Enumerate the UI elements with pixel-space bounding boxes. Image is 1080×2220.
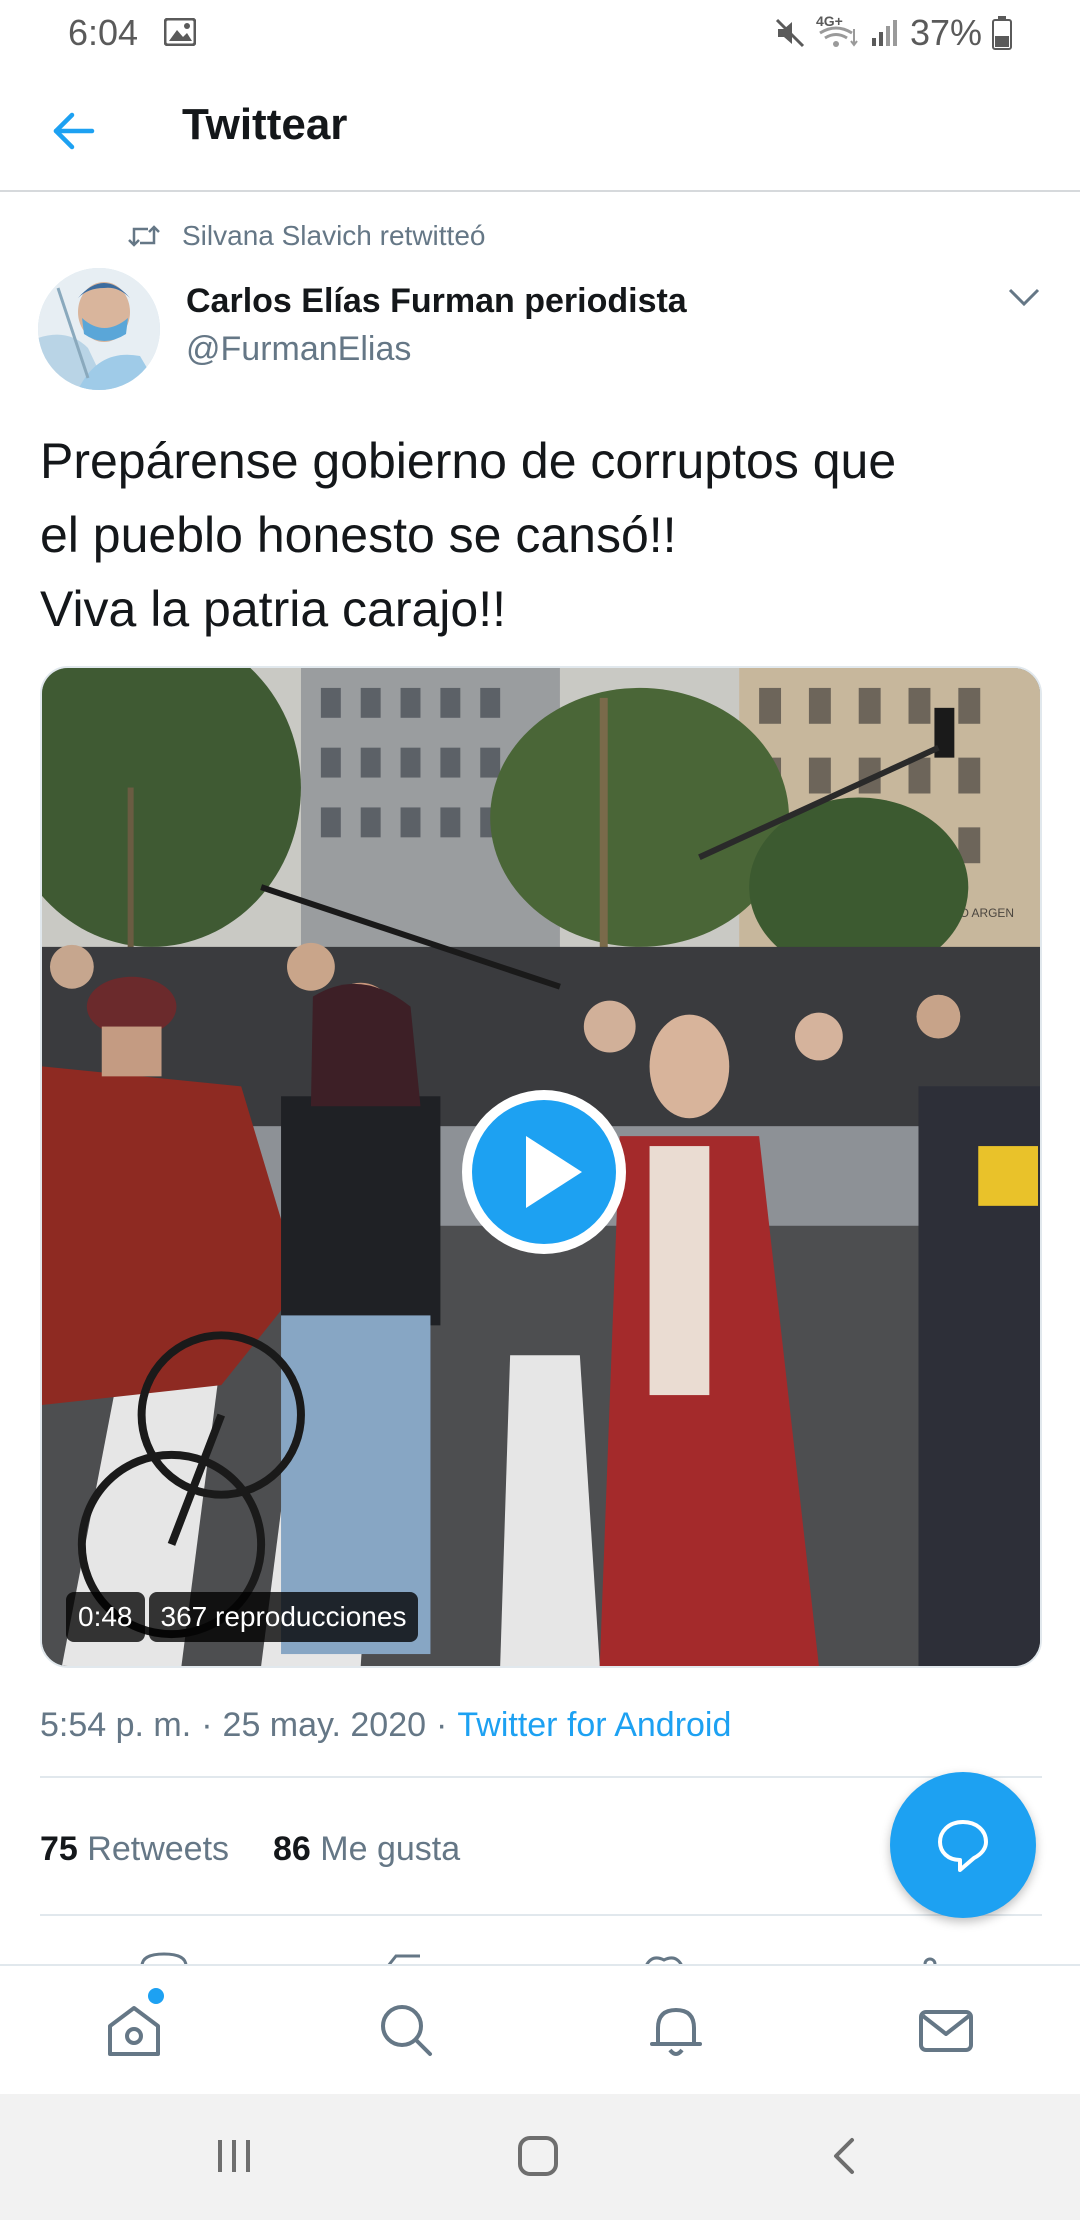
- retweets-count: 75: [40, 1830, 78, 1868]
- divider: [40, 1914, 1042, 1916]
- home-button[interactable]: [516, 2134, 560, 2178]
- tweet-text-line: Prepárense gobierno de corruptos que: [40, 433, 897, 489]
- status-time: 6:04: [68, 12, 139, 53]
- likes-label: Me gusta: [320, 1830, 461, 1868]
- divider: [40, 1776, 1042, 1778]
- search-icon[interactable]: [376, 2000, 436, 2060]
- home-icon[interactable]: [104, 2000, 164, 2060]
- tweet-time: 5:54 p. m.: [40, 1706, 192, 1744]
- mute-icon: [775, 18, 804, 48]
- tweet-actions-row: [0, 1938, 1080, 1966]
- network-icon: 4G+: [816, 13, 860, 51]
- compose-reply-button[interactable]: [890, 1772, 1036, 1918]
- bottom-tab-bar: [0, 1964, 1080, 2094]
- video-duration: 0:48: [66, 1592, 145, 1642]
- battery-icon: [992, 16, 1012, 50]
- signal-icon: [871, 20, 897, 46]
- app-header: Twittear: [0, 68, 1080, 192]
- video-badges: 0:48 367 reproducciones: [66, 1592, 419, 1642]
- likes-count: 86: [273, 1830, 311, 1868]
- meta-separator: ·: [201, 1706, 213, 1744]
- tweet-text-line: Viva la patria carajo!!: [40, 581, 506, 637]
- tweet-source-link[interactable]: Twitter for Android: [457, 1706, 731, 1744]
- chevron-down-icon[interactable]: [1004, 282, 1044, 312]
- likes-stat[interactable]: 86 Me gusta: [273, 1830, 460, 1868]
- page-title: Twittear: [182, 100, 348, 149]
- image-icon: [164, 18, 196, 46]
- tweet-text-line: el pueblo honesto se cansó!!: [40, 507, 677, 563]
- notifications-icon[interactable]: [646, 2000, 706, 2060]
- meta-separator: ·: [436, 1706, 448, 1744]
- retweet-context[interactable]: Silvana Slavich retwitteó: [128, 220, 485, 252]
- video-player[interactable]: FRANCO ARGEN 0:48 367 reproducciones: [40, 666, 1042, 1668]
- reply-bubble-icon: [938, 1820, 988, 1872]
- status-bar: 6:04 4G+ 37%: [0, 0, 1080, 68]
- video-views: 367 reproducciones: [148, 1592, 419, 1642]
- arrow-left-icon[interactable]: [46, 106, 102, 156]
- back-button[interactable]: [822, 2134, 866, 2178]
- avatar[interactable]: [38, 268, 160, 390]
- messages-icon[interactable]: [916, 2000, 976, 2060]
- play-icon[interactable]: [456, 1084, 632, 1260]
- tweet-text: Prepárense gobierno de corruptos que el …: [40, 424, 1050, 646]
- retweet-context-label: Silvana Slavich retwitteó: [182, 220, 486, 251]
- tweet-date: 25 may. 2020: [222, 1706, 427, 1744]
- author-handle[interactable]: @FurmanElias: [186, 330, 411, 369]
- retweets-label: Retweets: [87, 1830, 230, 1868]
- new-content-dot: [148, 1988, 164, 2004]
- retweet-icon: [128, 225, 160, 247]
- battery-percentage: 37%: [909, 12, 982, 53]
- tweet-meta: 5:54 p. m. · 25 may. 2020 · Twitter for Andr…: [40, 1706, 731, 1745]
- recents-button[interactable]: [212, 2134, 256, 2178]
- status-icons: 4G+ 37%: [774, 12, 1012, 54]
- retweets-stat[interactable]: 75 Retweets: [40, 1830, 229, 1868]
- author-name[interactable]: Carlos Elías Furman periodista: [186, 282, 687, 321]
- system-nav-bar: [0, 2094, 1080, 2220]
- tweet-stats: 75 Retweets 86 Me gusta: [40, 1830, 460, 1869]
